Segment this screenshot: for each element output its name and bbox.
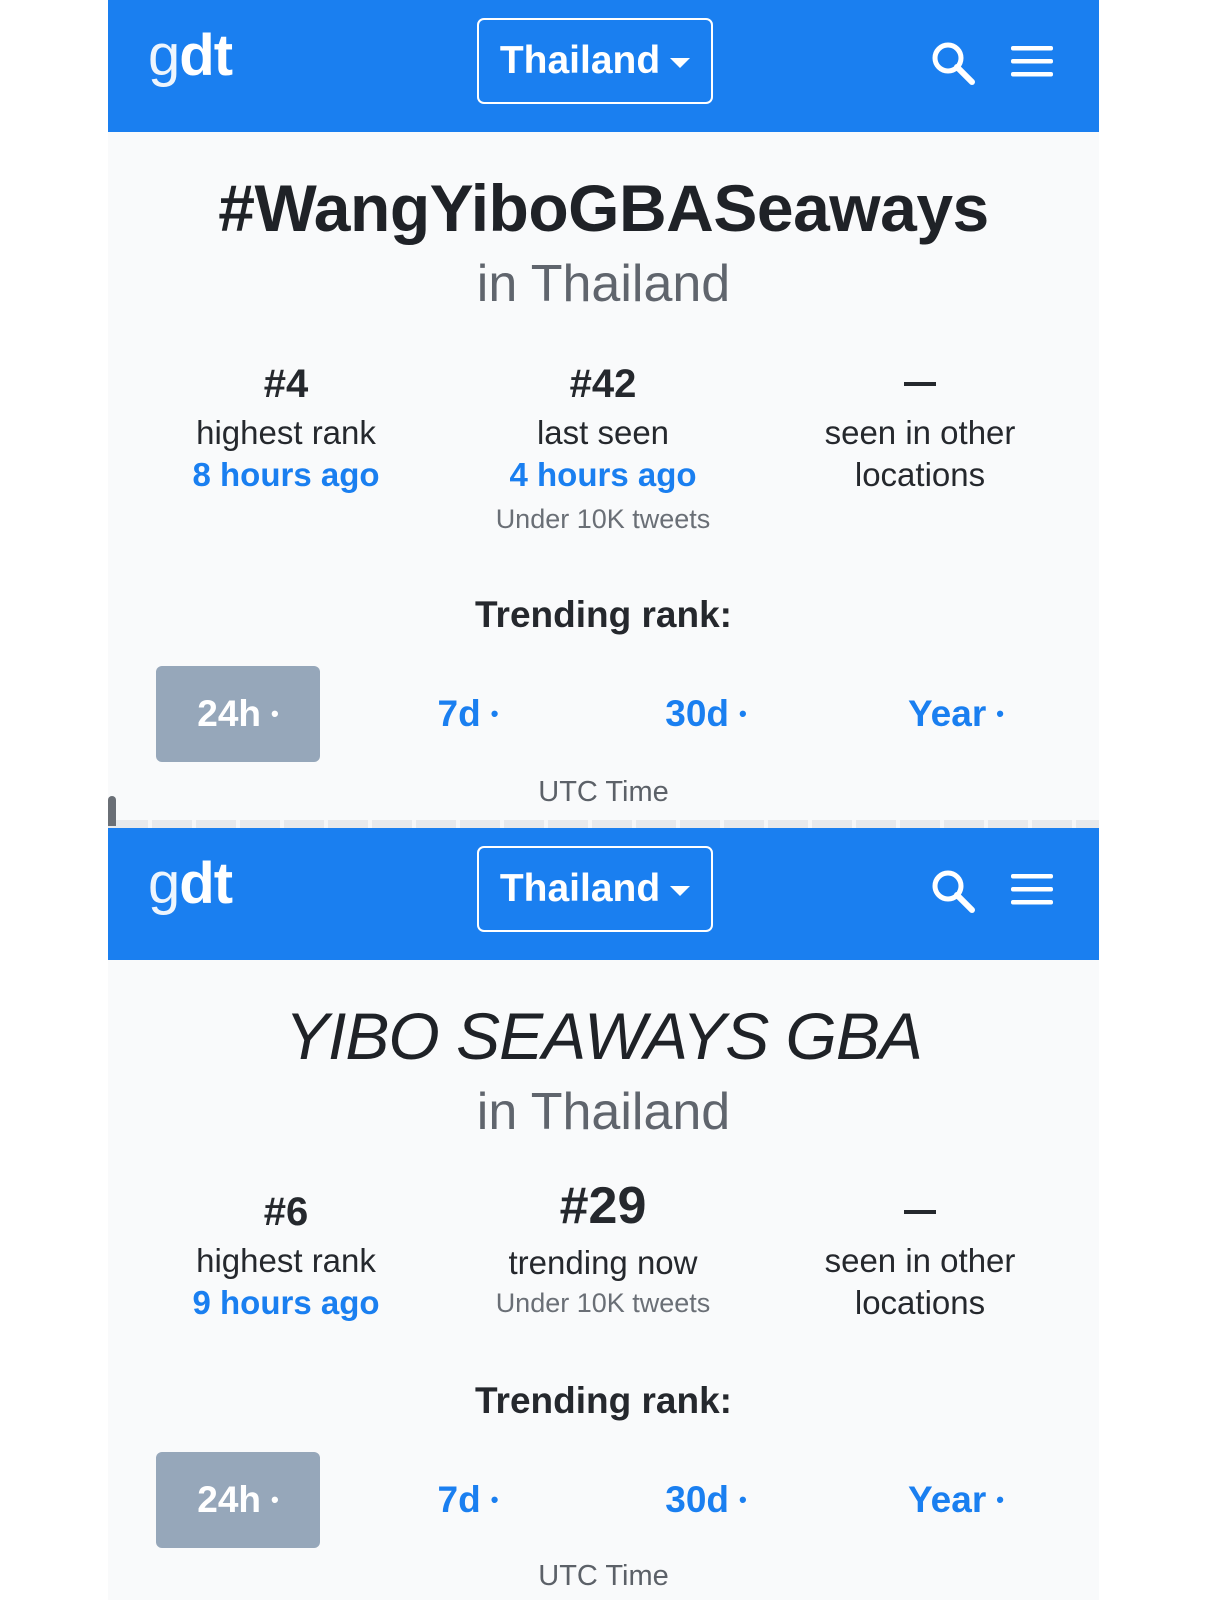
gdt-logo[interactable]: gdt	[148, 850, 233, 917]
country-selector-label: Thailand	[499, 39, 661, 82]
other-locations-label-line1: seen in other	[824, 1242, 1016, 1279]
caret-down-icon	[670, 886, 691, 896]
other-locations-label-line1: seen in other	[824, 414, 1016, 451]
range-tab-year[interactable]: Year •	[856, 666, 1056, 762]
range-dot: •	[271, 1487, 279, 1512]
range-tab-label: 24h	[197, 693, 262, 734]
range-dot: •	[490, 1487, 499, 1512]
country-selector-label: Thailand	[499, 867, 661, 910]
trend-title: YIBO SEAWAYS GBA	[285, 999, 923, 1073]
range-dot: •	[739, 1487, 747, 1512]
range-tab-label: 30d	[665, 693, 730, 734]
last-seen-time-link[interactable]: 4 hours ago	[453, 454, 753, 496]
scrollbar-handle[interactable]	[108, 796, 116, 826]
range-tab-7d[interactable]: 7d •	[388, 666, 548, 762]
country-selector-button[interactable]: Thailand	[477, 18, 713, 104]
top-navbar: gdt Thailand	[108, 0, 1099, 132]
range-dot: •	[996, 701, 1004, 726]
trend-location: in Thailand	[476, 255, 731, 313]
trend-page-phrase: gdt Thailand YIBO SEAWAYS GBA in Thailan…	[108, 828, 1099, 1600]
highest-rank-label: highest rank	[196, 414, 376, 451]
other-locations-label-line2: locations	[854, 1284, 986, 1321]
range-tab-year[interactable]: Year •	[856, 1452, 1056, 1548]
range-dot: •	[490, 701, 499, 726]
stat-other-locations: seen in other locations	[770, 1184, 1070, 1324]
stat-highest-rank: #6 highest rank 9 hours ago	[136, 1184, 436, 1324]
highest-rank-label: highest rank	[196, 1242, 376, 1279]
trending-rank-heading: Trending rank:	[475, 1380, 732, 1421]
no-value-dash	[904, 382, 936, 386]
range-tab-label: Year	[908, 1479, 987, 1520]
other-locations-label-line2: locations	[854, 456, 986, 493]
stat-last-seen: #42 last seen 4 hours ago Under 10K twee…	[453, 356, 753, 535]
range-tab-7d[interactable]: 7d •	[388, 1452, 548, 1548]
tweet-volume: Under 10K tweets	[495, 504, 711, 534]
range-tab-label: Year	[908, 693, 987, 734]
range-tab-label: 7d	[437, 1479, 481, 1520]
range-tab-30d[interactable]: 30d •	[616, 1452, 796, 1548]
no-value-dash	[904, 1210, 936, 1214]
highest-rank-time-link[interactable]: 8 hours ago	[136, 454, 436, 496]
highest-rank-value: #6	[263, 1190, 309, 1234]
country-selector-button[interactable]: Thailand	[477, 846, 713, 932]
range-dot: •	[271, 701, 279, 726]
range-tab-24h[interactable]: 24h •	[156, 1452, 320, 1548]
trending-rank-heading: Trending rank:	[475, 594, 732, 635]
search-icon[interactable]	[930, 40, 976, 86]
highest-rank-value: #4	[263, 362, 309, 406]
gdt-logo[interactable]: gdt	[148, 22, 233, 89]
chart-area-edge	[108, 820, 1099, 828]
timezone-note: UTC Time	[538, 1560, 669, 1592]
range-tab-30d[interactable]: 30d •	[616, 666, 796, 762]
range-dot: •	[996, 1487, 1004, 1512]
hamburger-menu-icon[interactable]	[1009, 42, 1055, 80]
top-navbar: gdt Thailand	[108, 828, 1099, 960]
range-dot: •	[739, 701, 747, 726]
trending-now-rank-value: #29	[559, 1177, 647, 1235]
highest-rank-time-link[interactable]: 9 hours ago	[136, 1282, 436, 1324]
range-tab-24h[interactable]: 24h •	[156, 666, 320, 762]
search-icon[interactable]	[930, 868, 976, 914]
stat-trending-now: #29 trending now Under 10K tweets	[453, 1178, 753, 1319]
timezone-note: UTC Time	[538, 776, 669, 808]
hamburger-menu-icon[interactable]	[1009, 870, 1055, 908]
range-tab-label: 24h	[197, 1479, 262, 1520]
range-tab-label: 7d	[437, 693, 481, 734]
last-seen-label: last seen	[536, 414, 670, 451]
trend-title: #WangYiboGBASeaways	[218, 171, 989, 245]
trending-now-label: trending now	[508, 1244, 698, 1281]
last-seen-rank-value: #42	[569, 362, 637, 406]
trend-location: in Thailand	[476, 1083, 731, 1141]
tweet-volume: Under 10K tweets	[495, 1288, 711, 1318]
trend-page-hashtag: gdt Thailand #WangYiboGBASeaways in Thai…	[108, 0, 1099, 828]
stat-other-locations: seen in other locations	[770, 356, 1070, 496]
caret-down-icon	[670, 58, 691, 68]
range-tab-label: 30d	[665, 1479, 730, 1520]
stat-highest-rank: #4 highest rank 8 hours ago	[136, 356, 436, 496]
